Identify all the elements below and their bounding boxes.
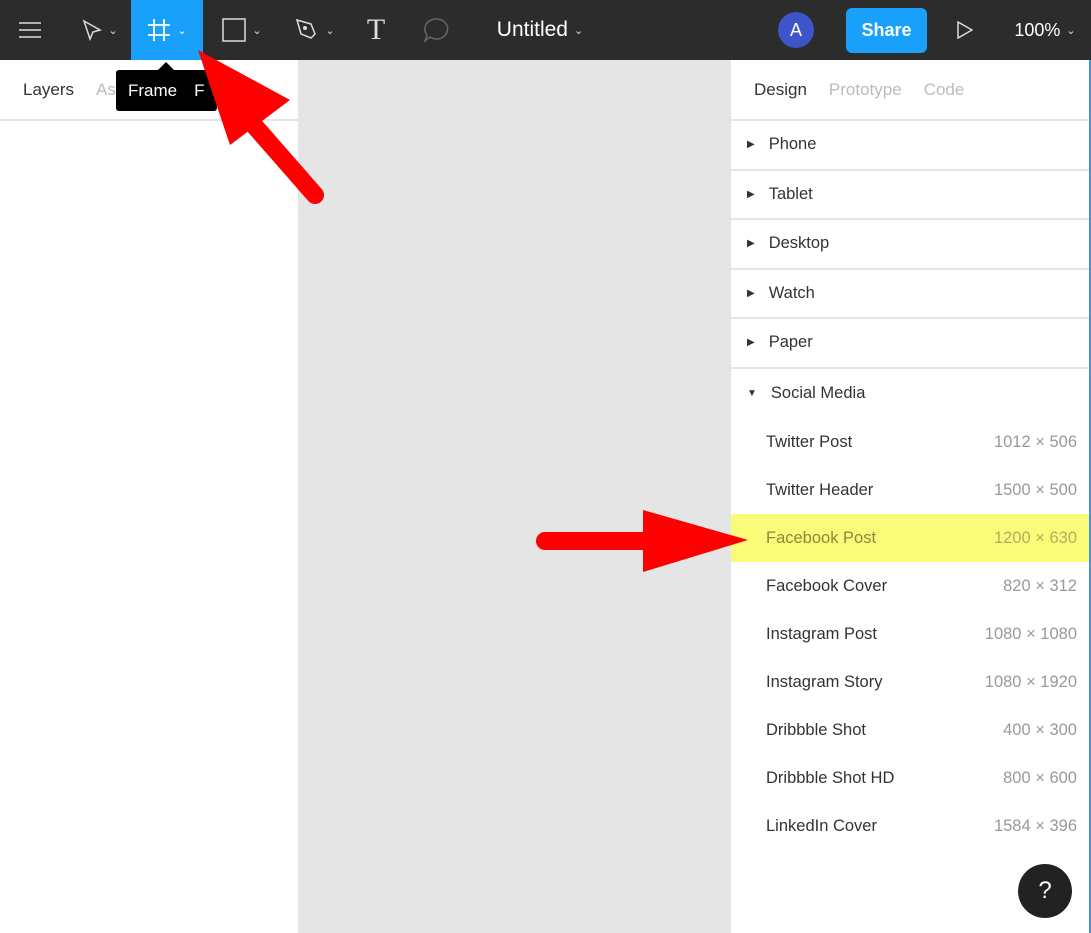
arrow-annotation-up xyxy=(198,50,324,204)
arrow-annotation-right xyxy=(536,510,748,572)
annotation-arrows xyxy=(198,50,748,572)
